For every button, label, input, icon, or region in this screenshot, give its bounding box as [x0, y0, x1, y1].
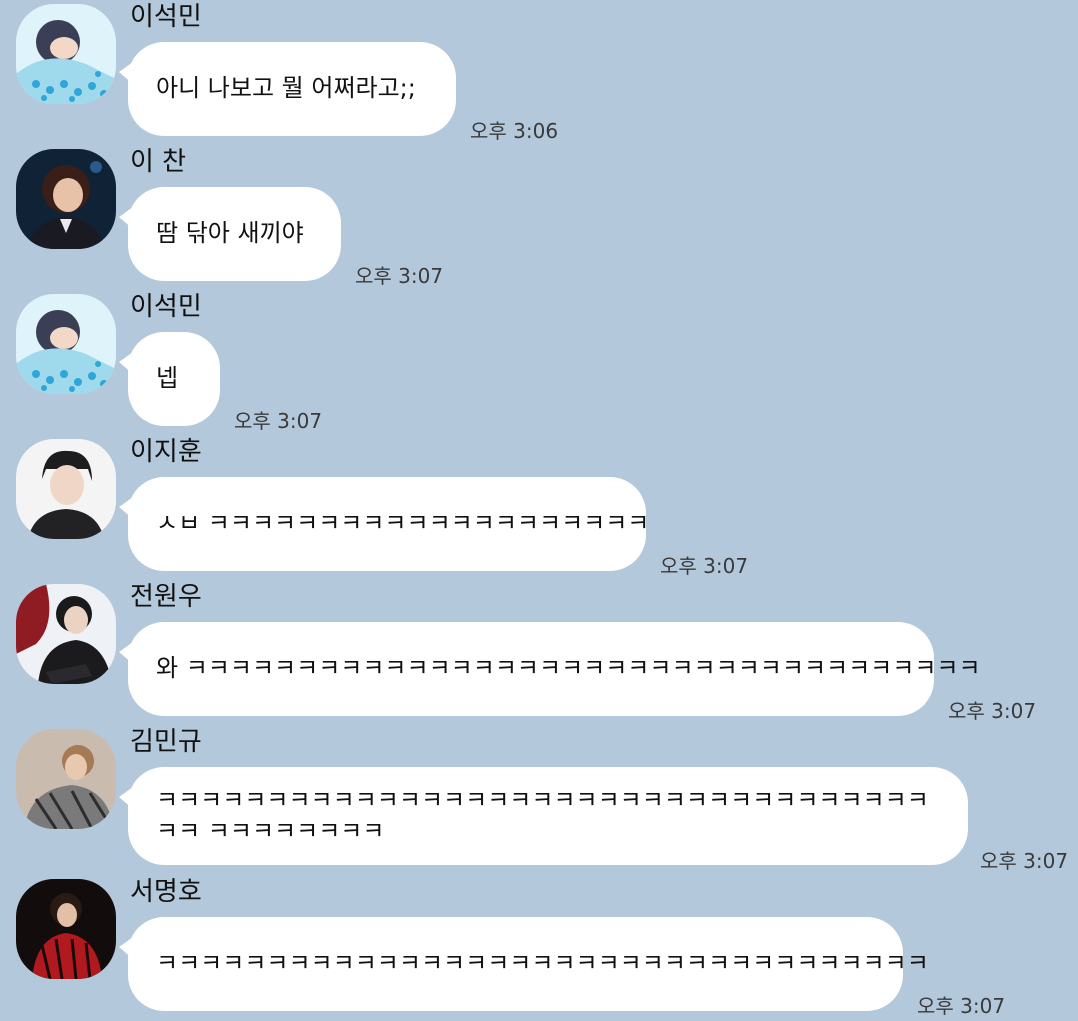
bubble-tail — [119, 642, 133, 664]
timestamp: 오후 3:06 — [470, 119, 559, 143]
message-text: ㅋㅋㅋㅋㅋㅋㅋㅋㅋㅋㅋㅋㅋㅋㅋㅋㅋㅋㅋㅋㅋㅋㅋㅋㅋㅋㅋㅋㅋㅋㅋㅋㅋㅋㅋ — [156, 949, 929, 977]
chat-message: 이 찬 땀 닦아 새끼야 오후 3:07 — [0, 145, 1078, 290]
chat-message: 전원우 와 ㅋㅋㅋㅋㅋㅋㅋㅋㅋㅋㅋㅋㅋㅋㅋㅋㅋㅋㅋㅋㅋㅋㅋㅋㅋㅋㅋㅋㅋㅋㅋㅋㅋㅋ… — [0, 580, 1078, 725]
chat-message: 이석민 넵 오후 3:07 — [0, 290, 1078, 435]
profile-photo-icon — [16, 294, 116, 394]
message-bubble[interactable]: ㅋㅋㅋㅋㅋㅋㅋㅋㅋㅋㅋㅋㅋㅋㅋㅋㅋㅋㅋㅋㅋㅋㅋㅋㅋㅋㅋㅋㅋㅋㅋㅋㅋㅋㅋㅋㅋ ㅋㅋ… — [119, 767, 968, 865]
profile-photo-icon — [16, 879, 116, 979]
avatar[interactable] — [16, 879, 116, 979]
timestamp: 오후 3:07 — [660, 554, 749, 578]
profile-photo-icon — [16, 149, 116, 249]
avatar[interactable] — [16, 294, 116, 394]
message-text: ㅋㅋㅋㅋㅋㅋㅋㅋㅋㅋㅋㅋㅋㅋㅋㅋㅋㅋㅋㅋㅋㅋㅋㅋㅋㅋㅋㅋㅋㅋㅋㅋㅋㅋㅋㅋㅋ ㅋㅋ… — [156, 786, 929, 845]
timestamp: 오후 3:07 — [355, 264, 444, 288]
bubble-tail — [119, 937, 133, 959]
sender-name: 이석민 — [130, 292, 202, 322]
bubble-tail — [119, 62, 133, 84]
chat-message: 김민규 ㅋㅋㅋㅋㅋㅋㅋㅋㅋㅋㅋㅋㅋㅋㅋㅋㅋㅋㅋㅋㅋㅋㅋㅋㅋㅋㅋㅋㅋㅋㅋㅋㅋㅋㅋㅋ… — [0, 725, 1078, 875]
timestamp: 오후 3:07 — [948, 699, 1037, 723]
avatar[interactable] — [16, 149, 116, 249]
message-text: 아니 나보고 뭘 어쩌라고;; — [156, 74, 416, 102]
message-text: ㅅㅂ ㅋㅋㅋㅋㅋㅋㅋㅋㅋㅋㅋㅋㅋㅋㅋㅋㅋㅋㅋㅋ — [156, 509, 650, 537]
timestamp: 오후 3:07 — [980, 849, 1069, 873]
sender-name: 서명호 — [130, 877, 202, 907]
avatar[interactable] — [16, 729, 116, 829]
timestamp: 오후 3:07 — [234, 409, 323, 433]
avatar[interactable] — [16, 584, 116, 684]
message-bubble[interactable]: 아니 나보고 뭘 어쩌라고;; — [119, 42, 456, 136]
chat-message: 이지훈 ㅅㅂ ㅋㅋㅋㅋㅋㅋㅋㅋㅋㅋㅋㅋㅋㅋㅋㅋㅋㅋㅋㅋ 오후 3:07 — [0, 435, 1078, 580]
avatar[interactable] — [16, 4, 116, 104]
bubble-tail — [119, 207, 133, 229]
profile-photo-icon — [16, 439, 116, 539]
sender-name: 전원우 — [130, 582, 202, 612]
message-bubble[interactable]: 땀 닦아 새끼야 — [119, 187, 341, 281]
sender-name: 이 찬 — [130, 147, 187, 177]
timestamp: 오후 3:07 — [917, 994, 1006, 1018]
chat-message: 이석민 아니 나보고 뭘 어쩌라고;; 오후 3:06 — [0, 0, 1078, 145]
chat-message: 서명호 ㅋㅋㅋㅋㅋㅋㅋㅋㅋㅋㅋㅋㅋㅋㅋㅋㅋㅋㅋㅋㅋㅋㅋㅋㅋㅋㅋㅋㅋㅋㅋㅋㅋㅋㅋ … — [0, 875, 1078, 1021]
sender-name: 김민규 — [130, 727, 202, 757]
message-bubble[interactable]: ㅋㅋㅋㅋㅋㅋㅋㅋㅋㅋㅋㅋㅋㅋㅋㅋㅋㅋㅋㅋㅋㅋㅋㅋㅋㅋㅋㅋㅋㅋㅋㅋㅋㅋㅋ — [119, 917, 929, 1011]
bubble-tail — [119, 352, 133, 374]
avatar[interactable] — [16, 439, 116, 539]
message-text: 넵 — [156, 364, 179, 392]
profile-photo-icon — [16, 729, 116, 829]
profile-photo-icon — [16, 584, 116, 684]
profile-photo-icon — [16, 4, 116, 104]
message-text: 와 ㅋㅋㅋㅋㅋㅋㅋㅋㅋㅋㅋㅋㅋㅋㅋㅋㅋㅋㅋㅋㅋㅋㅋㅋㅋㅋㅋㅋㅋㅋㅋㅋㅋㅋㅋㅋ — [156, 654, 981, 682]
message-bubble[interactable]: 와 ㅋㅋㅋㅋㅋㅋㅋㅋㅋㅋㅋㅋㅋㅋㅋㅋㅋㅋㅋㅋㅋㅋㅋㅋㅋㅋㅋㅋㅋㅋㅋㅋㅋㅋㅋㅋ — [119, 622, 981, 716]
bubble-tail — [119, 787, 133, 809]
message-bubble[interactable]: 넵 — [119, 332, 220, 426]
sender-name: 이석민 — [130, 2, 202, 32]
message-bubble[interactable]: ㅅㅂ ㅋㅋㅋㅋㅋㅋㅋㅋㅋㅋㅋㅋㅋㅋㅋㅋㅋㅋㅋㅋ — [119, 477, 650, 571]
message-text: 땀 닦아 새끼야 — [156, 219, 304, 247]
sender-name: 이지훈 — [130, 437, 202, 467]
bubble-tail — [119, 497, 133, 519]
